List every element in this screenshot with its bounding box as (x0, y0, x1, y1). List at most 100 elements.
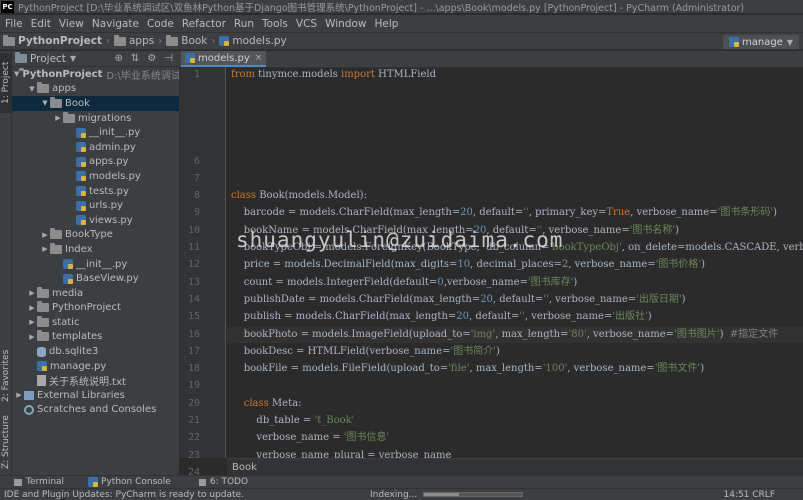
tree-item[interactable]: views.py (12, 213, 179, 228)
python-console-tool-button[interactable]: Python Console (88, 477, 171, 487)
code-line: class Book(models.Model): (231, 188, 367, 204)
run-config-dropdown[interactable]: manage ▼ (723, 35, 799, 49)
code-token: '出版社' (612, 311, 648, 323)
editor-breadcrumb[interactable]: Book (227, 458, 803, 475)
nav-crumb-apps[interactable]: › apps (102, 34, 154, 47)
tree-item-label: urls.py (89, 200, 123, 212)
tree-item[interactable]: ▼ apps (12, 82, 179, 97)
tree-item[interactable]: BaseView.py (12, 271, 179, 286)
tree-item[interactable]: admin.py (12, 140, 179, 155)
menu-bar: File Edit View Navigate Code Refactor Run Tools… (0, 15, 803, 32)
code-line: class Meta: (231, 396, 302, 412)
tree-item[interactable]: db.sqlite3 (12, 344, 179, 359)
python-file-icon (219, 36, 230, 46)
code-token: ) (700, 363, 705, 375)
collapse-icon[interactable]: ⇅ (131, 53, 139, 64)
expand-arrow-icon[interactable]: ▶ (40, 231, 50, 239)
expand-arrow-icon[interactable]: ▶ (27, 304, 37, 312)
tree-root[interactable]: ▼ PythonProject D:\毕业系统调试区\ (12, 67, 179, 82)
tree-item-label: static (52, 316, 80, 328)
menu-file[interactable]: File (1, 18, 27, 30)
tree-item[interactable]: models.py (12, 169, 179, 184)
menu-code[interactable]: Code (143, 18, 178, 30)
nav-crumb-label: Book (181, 35, 208, 47)
tree-item[interactable]: ▶ Index (12, 242, 179, 257)
line-number: 18 (187, 363, 200, 375)
line-number: 13 (187, 276, 200, 288)
hide-icon[interactable]: ⊣ (164, 53, 173, 64)
nav-crumb-book[interactable]: › Book (154, 34, 208, 47)
folder-icon (50, 228, 62, 240)
code-token: 'img' (470, 328, 496, 340)
expand-arrow-icon[interactable]: ▶ (53, 114, 63, 122)
menu-tools[interactable]: Tools (258, 18, 292, 30)
menu-navigate[interactable]: Navigate (88, 18, 143, 30)
code-token: , verbose_name= (542, 224, 630, 236)
expand-arrow-icon[interactable]: ▼ (27, 85, 37, 93)
navigation-bar: PythonProject › apps › Book › models.py … (0, 32, 803, 50)
tree-item[interactable]: ▶ External Libraries (12, 388, 179, 403)
code-line: price = models.DecimalField(max_digits=1… (231, 257, 705, 273)
target-icon[interactable]: ⊕ (115, 53, 123, 64)
tree-item[interactable]: ▼ Book (12, 96, 179, 111)
editor-tab-bar: models.py × (179, 51, 803, 68)
todo-tool-button[interactable]: 6: TODO (198, 477, 248, 487)
breadcrumb-class[interactable]: Book (232, 462, 257, 473)
menu-edit[interactable]: Edit (27, 18, 55, 30)
code-token: ) (719, 328, 730, 340)
menu-refactor[interactable]: Refactor (178, 18, 230, 30)
tree-item[interactable]: ▶ BookType (12, 228, 179, 243)
expand-arrow-icon[interactable]: ▶ (27, 289, 37, 297)
tree-item[interactable]: manage.py (12, 359, 179, 374)
tree-item[interactable]: 关于系统说明.txt (12, 373, 179, 388)
tab-models-py[interactable]: models.py × (181, 51, 267, 67)
status-message[interactable]: IDE and Plugin Updates: PyCharm is ready… (4, 490, 244, 500)
python-icon (88, 477, 99, 487)
python-file-icon (37, 361, 47, 372)
menu-window[interactable]: Window (321, 18, 370, 30)
expand-arrow-icon[interactable]: ▶ (27, 333, 37, 341)
expand-arrow-icon[interactable]: ▶ (40, 245, 50, 253)
nav-crumb-models[interactable]: › models.py (207, 35, 286, 47)
code-line: verbose_name_plural = verbose_name (231, 448, 451, 458)
code-token: ) (701, 259, 706, 271)
tree-item[interactable]: Scratches and Consoles (12, 403, 179, 418)
terminal-tool-button[interactable]: Terminal (14, 477, 64, 487)
folder-icon (37, 82, 49, 94)
folder-icon (113, 34, 126, 46)
chevron-down-icon: ▼ (69, 54, 77, 63)
tree-item[interactable]: ▶ templates (12, 330, 179, 345)
project-view-dropdown[interactable]: Project ▼ (15, 52, 77, 65)
tree-item[interactable]: ▶ static (12, 315, 179, 330)
close-icon[interactable]: × (255, 53, 263, 63)
favorites-tool-tab[interactable]: 2: Favorites (0, 341, 12, 411)
run-config-label: manage (742, 36, 783, 48)
code-token: bookDesc = HTMLField(verbose_name= (231, 345, 451, 357)
menu-vcs[interactable]: VCS (292, 18, 321, 30)
code-line: publishDate = models.CharField(max_lengt… (231, 292, 686, 308)
expand-arrow-icon[interactable]: ▶ (14, 391, 24, 399)
tree-item[interactable]: ▶ media (12, 286, 179, 301)
menu-view[interactable]: View (55, 18, 88, 30)
gear-icon[interactable]: ⚙ (147, 53, 156, 64)
tree-item[interactable]: ▶ migrations (12, 111, 179, 126)
nav-crumb-project[interactable]: PythonProject (3, 34, 102, 47)
project-panel: Project ▼ ⊕ ⇅ ⚙ ⊣ ▼ PythonProject D:\毕业系… (12, 51, 179, 475)
menu-help[interactable]: Help (371, 18, 403, 30)
tree-item[interactable]: tests.py (12, 184, 179, 199)
code-token: , default= (472, 207, 524, 219)
library-icon (24, 390, 34, 400)
caret-position[interactable]: 14:51 CRLF (723, 490, 775, 500)
code-editor[interactable]: from tinymce.models import HTMLField clas… (227, 68, 803, 458)
tree-item[interactable]: __init__.py (12, 257, 179, 272)
tree-item[interactable]: __init__.py (12, 125, 179, 140)
tree-item[interactable]: apps.py (12, 155, 179, 170)
expand-arrow-icon[interactable]: ▼ (40, 99, 50, 107)
tree-item[interactable]: ▶ PythonProject (12, 301, 179, 316)
folder-icon (50, 96, 62, 108)
expand-arrow-icon[interactable]: ▶ (27, 318, 37, 326)
menu-run[interactable]: Run (230, 18, 258, 30)
project-tool-tab[interactable]: 1: Project (0, 53, 12, 113)
tree-item[interactable]: urls.py (12, 198, 179, 213)
structure-tool-tab[interactable]: Z: Structure (0, 411, 12, 473)
